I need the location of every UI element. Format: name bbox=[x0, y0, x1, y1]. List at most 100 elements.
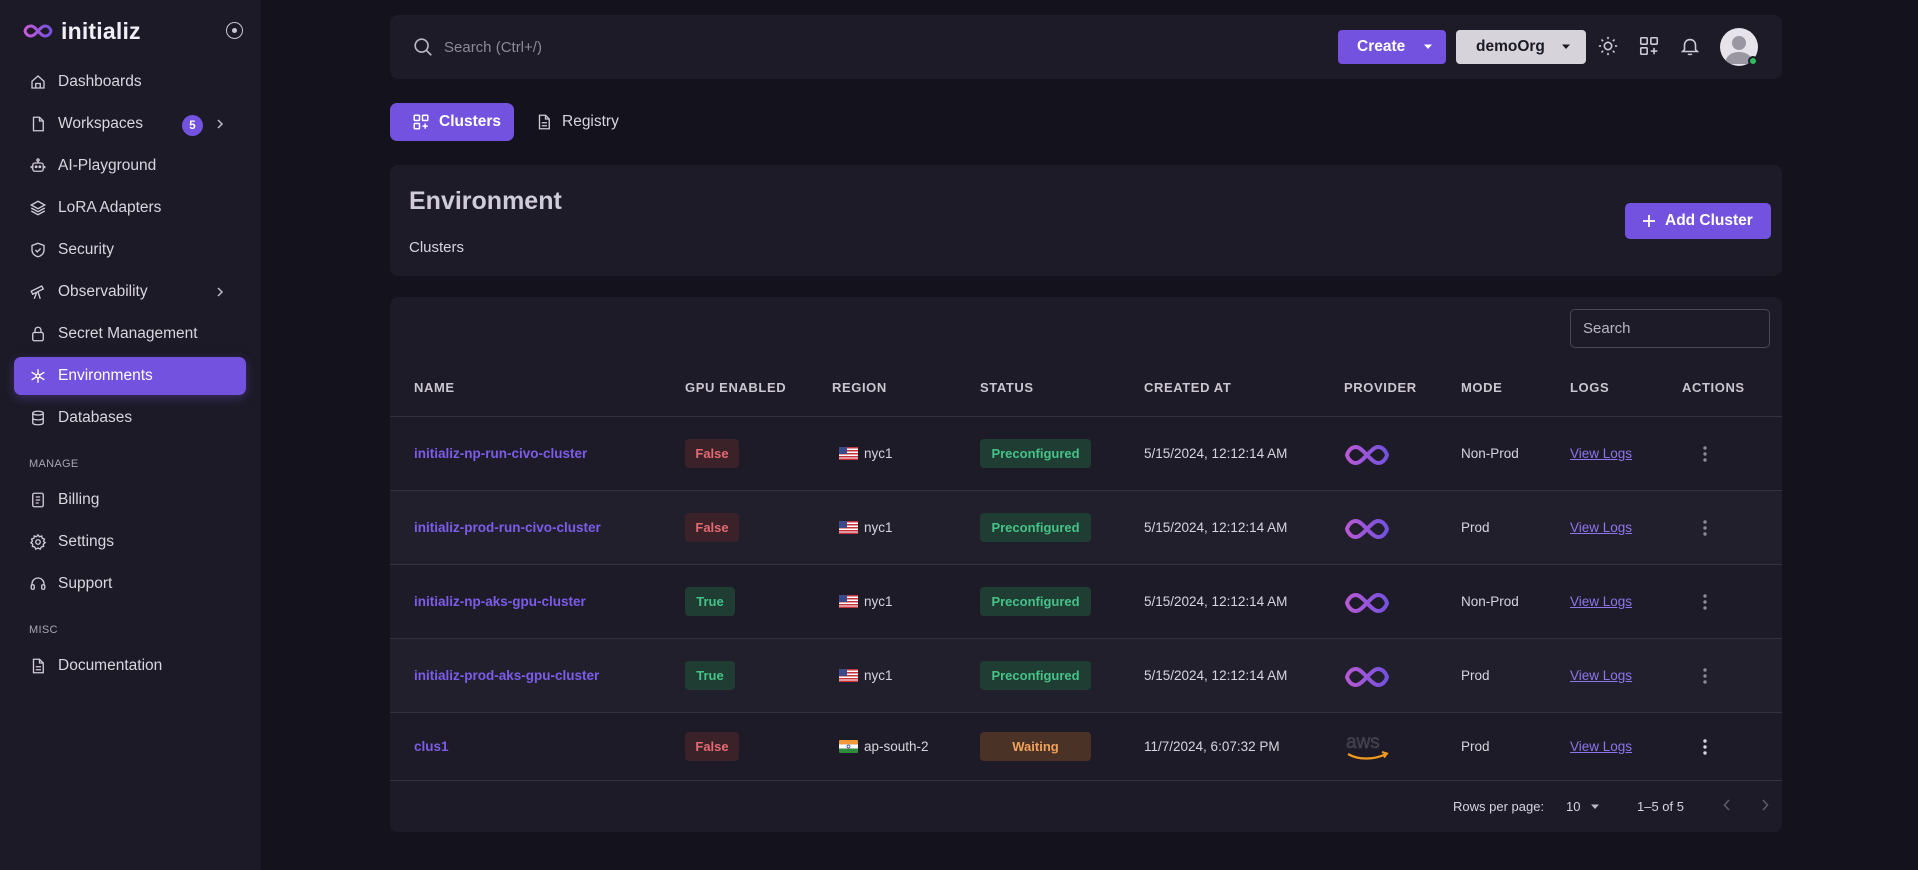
cluster-name-link[interactable]: initializ-np-aks-gpu-cluster bbox=[414, 594, 586, 609]
home-icon bbox=[31, 75, 45, 89]
chevron-right-icon[interactable] bbox=[1760, 798, 1770, 812]
create-button[interactable]: Create bbox=[1338, 30, 1446, 64]
sidebar-item-security[interactable]: Security bbox=[14, 231, 246, 269]
view-logs-link[interactable]: View Logs bbox=[1570, 520, 1632, 535]
region-label: nyc1 bbox=[864, 446, 893, 461]
india-flag-icon bbox=[839, 740, 858, 753]
tab-registry[interactable]: Registry bbox=[535, 103, 645, 141]
more-vertical-icon[interactable] bbox=[1703, 446, 1707, 462]
table-row[interactable]: initializ-prod-run-civo-cluster False ny… bbox=[390, 491, 1782, 565]
column-header-mode[interactable]: MODE bbox=[1461, 380, 1502, 395]
sidebar-item-documentation[interactable]: Documentation bbox=[14, 647, 246, 685]
layers-icon bbox=[29, 200, 47, 216]
column-header-name[interactable]: NAME bbox=[414, 380, 455, 395]
status-badge: Waiting bbox=[980, 732, 1091, 761]
apps-grid-icon[interactable] bbox=[1638, 35, 1660, 57]
sidebar-item-label: Environments bbox=[58, 367, 153, 384]
sidebar-item-settings[interactable]: Settings bbox=[14, 523, 246, 561]
sidebar-item-databases[interactable]: Databases bbox=[14, 399, 246, 437]
region-label: ap-south-2 bbox=[864, 739, 929, 754]
sidebar-item-billing[interactable]: Billing bbox=[14, 481, 246, 519]
more-vertical-icon[interactable] bbox=[1703, 739, 1707, 755]
cluster-name-link[interactable]: initializ-prod-run-civo-cluster bbox=[414, 520, 601, 535]
more-vertical-icon[interactable] bbox=[1703, 594, 1707, 610]
region-label: nyc1 bbox=[864, 594, 893, 609]
sidebar-item-label: Security bbox=[58, 241, 114, 258]
cluster-name-link[interactable]: initializ-np-run-civo-cluster bbox=[414, 446, 587, 461]
sidebar-item-lora-adapters[interactable]: LoRA Adapters bbox=[14, 189, 246, 227]
table-row[interactable]: initializ-np-run-civo-cluster False nyc1… bbox=[390, 417, 1782, 491]
misc-heading: MISC bbox=[29, 624, 58, 636]
us-flag-icon bbox=[839, 447, 858, 460]
column-header-created-at[interactable]: CREATED AT bbox=[1144, 380, 1231, 395]
sidebar-item-label: Secret Management bbox=[58, 325, 198, 342]
column-header-provider[interactable]: PROVIDER bbox=[1344, 380, 1417, 395]
mode-cell: Non-Prod bbox=[1461, 594, 1519, 609]
sun-icon[interactable] bbox=[1597, 35, 1619, 57]
sidebar-item-label: LoRA Adapters bbox=[58, 199, 162, 216]
sidebar-toggle-button[interactable] bbox=[226, 22, 243, 39]
view-logs-link[interactable]: View Logs bbox=[1570, 594, 1632, 609]
view-logs-link[interactable]: View Logs bbox=[1570, 446, 1632, 461]
us-flag-icon bbox=[839, 595, 858, 608]
us-flag-icon bbox=[839, 521, 858, 534]
environment-header-card: Environment Clusters Add Cluster bbox=[390, 165, 1782, 276]
tab-clusters[interactable]: Clusters bbox=[390, 103, 514, 141]
us-flag-icon bbox=[839, 669, 858, 682]
table-search-input[interactable] bbox=[1570, 309, 1770, 348]
table-row[interactable]: initializ-np-aks-gpu-cluster True nyc1 P… bbox=[390, 565, 1782, 639]
chevron-left-icon[interactable] bbox=[1722, 798, 1732, 812]
status-badge: Preconfigured bbox=[980, 661, 1091, 690]
search-icon bbox=[414, 38, 432, 56]
column-header-actions[interactable]: ACTIONS bbox=[1682, 380, 1745, 395]
sidebar-item-ai-playground[interactable]: AI-Playground bbox=[14, 147, 246, 185]
region-label: nyc1 bbox=[864, 520, 893, 535]
mode-cell: Prod bbox=[1461, 520, 1490, 535]
status-badge: Preconfigured bbox=[980, 587, 1091, 616]
more-vertical-icon[interactable] bbox=[1703, 668, 1707, 684]
brand-logo[interactable]: initializ bbox=[23, 18, 141, 44]
chevron-right-icon bbox=[217, 287, 224, 297]
gear-icon bbox=[29, 533, 47, 551]
aws-provider-icon: aws bbox=[1346, 732, 1389, 760]
rows-per-page-select[interactable]: 10 bbox=[1566, 799, 1600, 814]
robot-icon bbox=[30, 158, 46, 172]
sidebar-item-label: Observability bbox=[58, 283, 148, 300]
region-cell: nyc1 bbox=[839, 668, 893, 683]
org-selector-button[interactable]: demoOrg bbox=[1456, 30, 1586, 64]
sidebar-item-label: Support bbox=[58, 575, 113, 592]
global-search-input[interactable] bbox=[444, 33, 944, 61]
rows-per-page-value: 10 bbox=[1566, 799, 1581, 814]
sidebar-item-environments[interactable]: Environments bbox=[14, 357, 246, 395]
pagination-range: 1–5 of 5 bbox=[1637, 799, 1684, 814]
more-vertical-icon[interactable] bbox=[1703, 520, 1707, 536]
create-button-label: Create bbox=[1357, 38, 1406, 55]
cluster-name-link[interactable]: initializ-prod-aks-gpu-cluster bbox=[414, 668, 599, 683]
manage-heading: MANAGE bbox=[29, 458, 79, 470]
bell-icon[interactable] bbox=[1679, 35, 1701, 57]
column-header-gpu-enabled[interactable]: GPU ENABLED bbox=[685, 380, 786, 395]
add-cluster-button[interactable]: Add Cluster bbox=[1625, 203, 1771, 239]
view-logs-link[interactable]: View Logs bbox=[1570, 739, 1632, 754]
view-logs-link[interactable]: View Logs bbox=[1570, 668, 1632, 683]
column-header-logs[interactable]: LOGS bbox=[1570, 380, 1609, 395]
sidebar-item-support[interactable]: Support bbox=[14, 565, 246, 603]
region-label: nyc1 bbox=[864, 668, 893, 683]
table-row[interactable]: initializ-prod-aks-gpu-cluster True nyc1… bbox=[390, 639, 1782, 713]
telescope-icon bbox=[30, 285, 45, 299]
shield-check-icon bbox=[31, 242, 45, 258]
caret-down-icon bbox=[1561, 44, 1570, 49]
sidebar-item-label: AI-Playground bbox=[58, 157, 157, 174]
sidebar-item-secret-management[interactable]: Secret Management bbox=[14, 315, 246, 353]
infinity-logo-icon bbox=[23, 24, 53, 38]
cluster-name-link[interactable]: clus1 bbox=[414, 739, 449, 754]
radio-dot-icon bbox=[232, 28, 237, 33]
column-header-status[interactable]: STATUS bbox=[980, 380, 1034, 395]
page-title: Environment bbox=[409, 187, 562, 215]
column-header-region[interactable]: REGION bbox=[832, 380, 887, 395]
sidebar-item-observability[interactable]: Observability bbox=[14, 273, 246, 311]
region-cell: nyc1 bbox=[839, 446, 893, 461]
sidebar-item-workspaces[interactable]: Workspaces 5 bbox=[14, 105, 246, 143]
sidebar-item-dashboards[interactable]: Dashboards bbox=[14, 63, 246, 101]
table-row[interactable]: clus1 False ap-south-2 Waiting 11/7/2024… bbox=[390, 713, 1782, 781]
